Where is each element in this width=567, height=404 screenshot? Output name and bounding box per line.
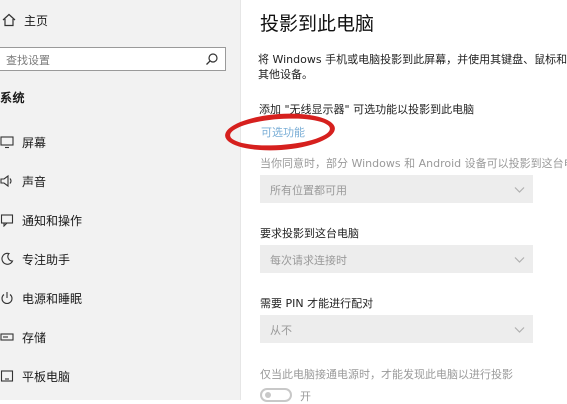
sidebar-item-power-sleep[interactable]: 电源和睡眠 bbox=[0, 287, 82, 309]
setting2-label: 要求投影到这台电脑 bbox=[260, 227, 359, 240]
request-dropdown[interactable]: 每次请求连接时 bbox=[260, 245, 533, 273]
dropdown-value: 所有位置都可用 bbox=[270, 184, 347, 197]
power-icon bbox=[0, 291, 14, 305]
toggle-state-label: 开 bbox=[300, 390, 311, 403]
sidebar-item-focus-assist[interactable]: 专注助手 bbox=[0, 248, 70, 270]
chevron-down-icon bbox=[514, 184, 525, 195]
setting4-label: 仅当此电脑接通电源时，才能发现此电脑以进行投影 bbox=[260, 368, 513, 381]
sidebar-item-label: 声音 bbox=[22, 174, 47, 189]
home-nav-item[interactable]: 主页 bbox=[0, 9, 48, 31]
sidebar-item-sound[interactable]: 声音 bbox=[0, 170, 46, 192]
setting1-label: 当你同意时，部分 Windows 和 Android 设备可以投影到这台电脑 bbox=[260, 157, 567, 170]
sidebar-item-screen[interactable]: 屏幕 bbox=[0, 131, 46, 153]
sidebar-item-label: 存储 bbox=[22, 330, 47, 345]
page-description: 将 Windows 手机或电脑投影到此屏幕，并使用其键盘、鼠标和其他设备。 bbox=[258, 53, 567, 81]
chevron-down-icon bbox=[514, 254, 525, 265]
monitor-icon bbox=[0, 135, 14, 149]
moon-icon bbox=[0, 252, 14, 266]
toggle-knob bbox=[265, 392, 271, 398]
main-content: 投影到此电脑 将 Windows 手机或电脑投影到此屏幕，并使用其键盘、鼠标和其… bbox=[258, 0, 567, 403]
dropdown-value: 每次请求连接时 bbox=[270, 254, 347, 267]
sidebar-divider bbox=[240, 0, 241, 400]
storage-icon bbox=[0, 330, 14, 344]
home-label: 主页 bbox=[24, 13, 49, 28]
sidebar-item-label: 电源和睡眠 bbox=[22, 291, 83, 306]
sidebar-section-title: 系统 bbox=[0, 91, 26, 105]
page-title: 投影到此电脑 bbox=[260, 13, 375, 35]
notification-icon bbox=[0, 213, 14, 227]
search-icon[interactable] bbox=[205, 52, 219, 66]
search-placeholder: 查找设置 bbox=[6, 54, 50, 67]
home-icon bbox=[2, 13, 16, 27]
availability-dropdown[interactable]: 所有位置都可用 bbox=[260, 175, 533, 203]
dropdown-value: 从不 bbox=[270, 324, 292, 337]
setting3-label: 需要 PIN 才能进行配对 bbox=[260, 297, 374, 310]
sidebar-item-label: 屏幕 bbox=[22, 135, 47, 150]
sidebar-item-notifications[interactable]: 通知和操作 bbox=[0, 209, 82, 231]
sidebar-item-label: 专注助手 bbox=[22, 252, 71, 267]
pin-dropdown[interactable]: 从不 bbox=[260, 315, 533, 343]
sidebar-item-storage[interactable]: 存储 bbox=[0, 326, 46, 348]
sidebar-item-label: 平板电脑 bbox=[22, 369, 71, 384]
sidebar-item-tablet[interactable]: 平板电脑 bbox=[0, 365, 70, 387]
search-field[interactable]: 查找设置 bbox=[0, 47, 226, 71]
sidebar: 主页 查找设置 系统 屏幕 声音 通知和操作 专注助手 电源和睡眠 存储 平板电… bbox=[0, 0, 240, 400]
sidebar-item-label: 通知和操作 bbox=[22, 213, 83, 228]
tablet-icon bbox=[0, 369, 14, 383]
chevron-down-icon bbox=[514, 324, 525, 335]
speaker-icon bbox=[0, 174, 14, 188]
